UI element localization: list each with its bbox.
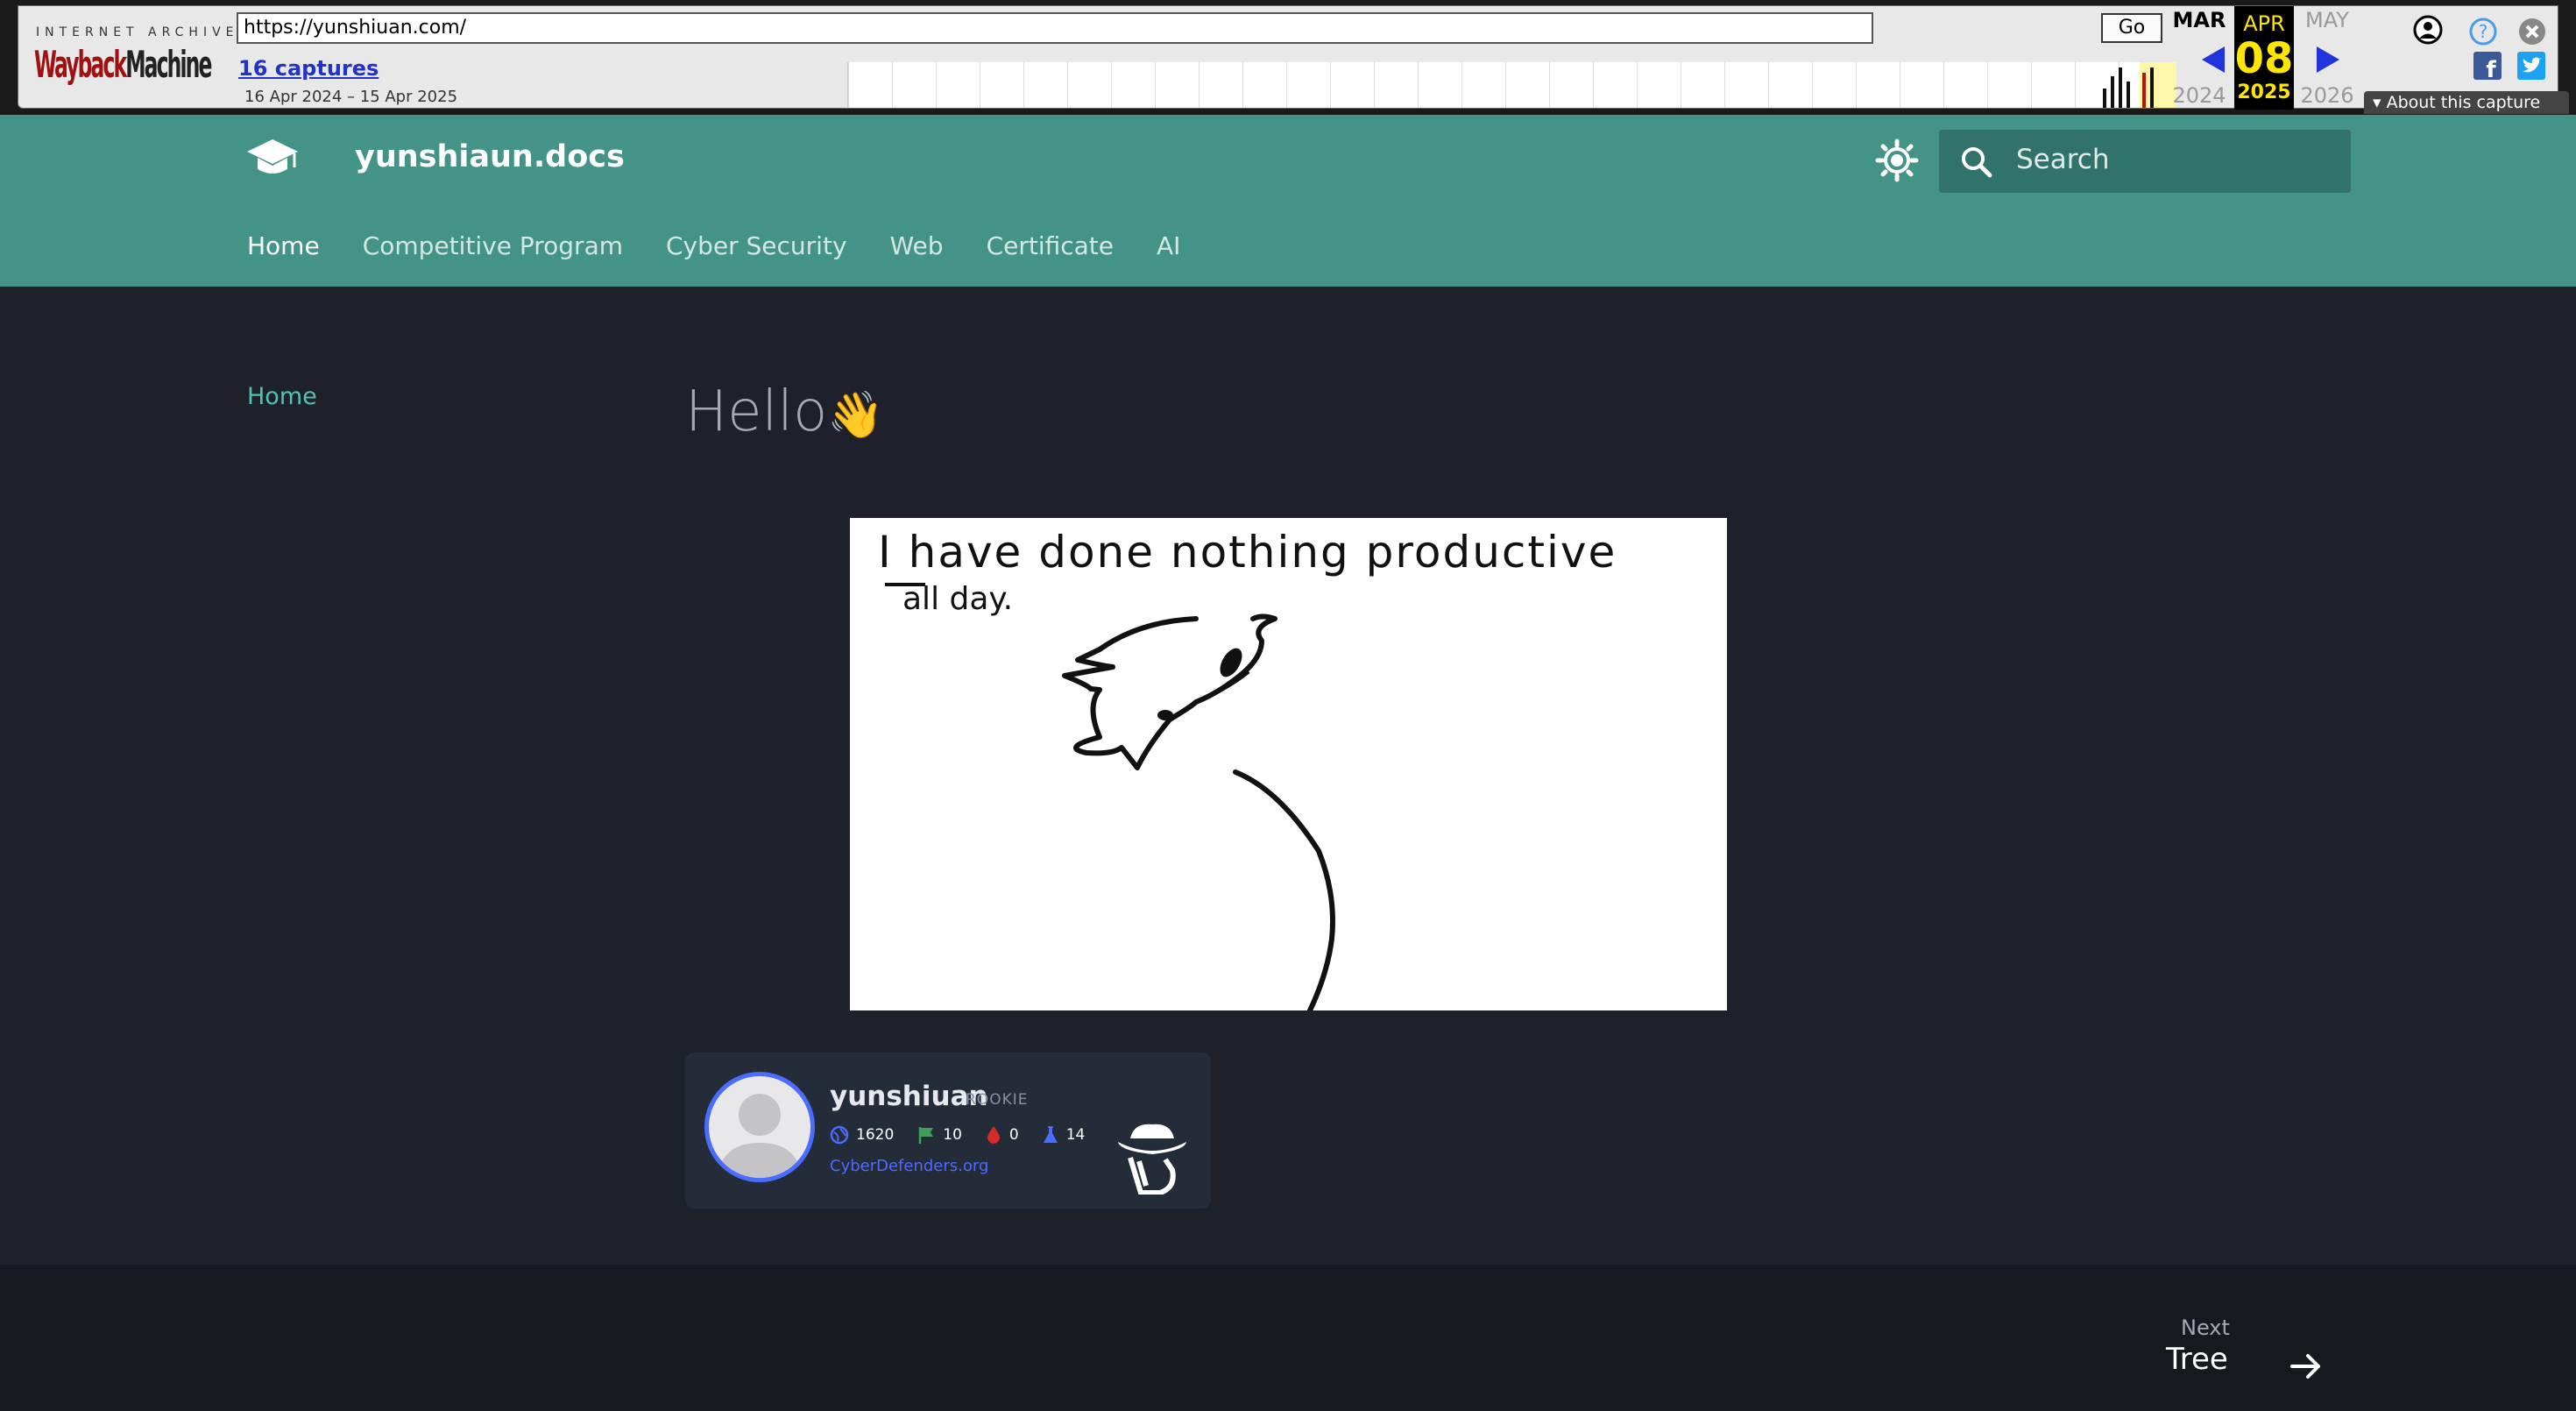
wayback-panel: INTERNET ARCHIVE WaybackMachine https://…: [18, 5, 2569, 114]
wayback-next-month[interactable]: MAY: [2296, 8, 2358, 32]
badge-org-link[interactable]: CyberDefenders.org: [830, 1157, 988, 1175]
twitter-icon[interactable]: [2517, 52, 2545, 80]
sparkline-bar: [2103, 89, 2106, 108]
cyberdefenders-hat-icon: [1118, 1124, 1186, 1195]
wayback-toolbar: INTERNET ARCHIVE WaybackMachine https://…: [0, 0, 2576, 115]
stat-points: 1620: [830, 1125, 894, 1145]
badge-rank: ROOKIE: [966, 1091, 1029, 1109]
stat-flags: 10: [916, 1125, 962, 1145]
wayback-cur-year: 2025: [2237, 82, 2291, 103]
waving-hand-icon: 👋: [827, 389, 884, 442]
sparkline-bar: [2142, 73, 2146, 108]
wayback-current-date: APR 08 2025: [2234, 6, 2294, 110]
wayback-date-range: 16 Apr 2024 – 15 Apr 2025: [244, 88, 458, 106]
wayback-sparkline[interactable]: [847, 62, 2176, 108]
tab-ai[interactable]: AI: [1157, 231, 1180, 260]
tab-cyber-security[interactable]: Cyber Security: [666, 231, 847, 260]
sidebar-item-home[interactable]: Home: [247, 383, 317, 410]
sparkline-bar: [2119, 67, 2122, 108]
facebook-icon[interactable]: f: [2473, 52, 2502, 80]
tab-certificate[interactable]: Certificate: [987, 231, 1114, 260]
search-placeholder: Search: [2016, 144, 2110, 175]
wayback-cur-month: APR: [2243, 11, 2285, 36]
graduation-cap-icon[interactable]: [245, 136, 300, 181]
sparkline-bar: [2150, 67, 2154, 108]
stat-labs: 14: [1042, 1125, 1085, 1145]
top-nav-tabs: Home Competitive Program Cyber Security …: [247, 231, 1223, 260]
default-avatar-icon: [718, 1094, 802, 1178]
badge-username: yunshiuan: [830, 1081, 988, 1112]
badge-stats: 1620 10 0 14: [830, 1125, 1108, 1145]
doodle-figure: [885, 583, 1335, 1010]
site-header: yunshiaun.docs Search Home Competitive P…: [0, 115, 2576, 287]
tab-web[interactable]: Web: [890, 231, 944, 260]
next-title: Tree: [2166, 1342, 2228, 1377]
sparkline-bar: [2127, 82, 2130, 108]
hand-drawn-image: I have done nothing productive all day.: [850, 518, 1727, 1010]
wayback-prev-arrow-icon[interactable]: [2202, 46, 2225, 73]
sparkline-bar: [2111, 76, 2114, 108]
tab-home[interactable]: Home: [247, 231, 320, 260]
close-icon[interactable]: [2517, 17, 2547, 46]
search-input[interactable]: Search: [1939, 130, 2351, 193]
wayback-captures-link[interactable]: 16 captures: [238, 56, 379, 81]
wayback-logo[interactable]: INTERNET ARCHIVE WaybackMachine: [31, 17, 234, 96]
next-label: Next: [2181, 1315, 2230, 1340]
stat-bloods: 0: [985, 1125, 1019, 1145]
site-title[interactable]: yunshiaun.docs: [355, 139, 625, 174]
user-account-icon[interactable]: [2413, 15, 2443, 45]
globe-icon: [830, 1125, 849, 1145]
wayback-cur-day: 08: [2234, 34, 2294, 83]
cyberdefenders-badge[interactable]: yunshiuan ROOKIE 1620 10 0 14 CyberDefen…: [685, 1053, 1211, 1209]
svg-text:f: f: [2486, 57, 2496, 80]
wayback-url-input[interactable]: https://yunshiuan.com/: [237, 12, 1873, 44]
theme-toggle-icon[interactable]: [1875, 138, 1919, 182]
wayback-logo-top: INTERNET ARCHIVE: [36, 25, 239, 39]
wayback-next-arrow-icon[interactable]: [2317, 46, 2339, 73]
svg-text:?: ?: [2479, 21, 2488, 42]
flask-icon: [1043, 1126, 1058, 1143]
tab-competitive-program[interactable]: Competitive Program: [363, 231, 623, 260]
about-capture-button[interactable]: ▾ About this capture: [2364, 91, 2569, 114]
wayback-prev-month[interactable]: MAR: [2169, 8, 2230, 32]
page-title: Hello👋: [685, 379, 884, 444]
arrow-right-icon: [2290, 1354, 2320, 1379]
blood-drop-icon: [987, 1126, 1001, 1144]
avatar: [704, 1072, 815, 1182]
wayback-go-button[interactable]: Go: [2101, 13, 2162, 43]
wayback-logo-main: WaybackMachine: [34, 43, 212, 86]
search-icon: [1962, 147, 1992, 178]
wayback-prev-year[interactable]: 2024: [2169, 83, 2230, 108]
wayback-next-year[interactable]: 2026: [2296, 83, 2358, 108]
flag-icon: [919, 1127, 934, 1144]
site-footer: Next Tree: [0, 1265, 2576, 1411]
next-page-link[interactable]: Next Tree: [2166, 1315, 2341, 1386]
help-icon[interactable]: ?: [2468, 17, 2498, 46]
